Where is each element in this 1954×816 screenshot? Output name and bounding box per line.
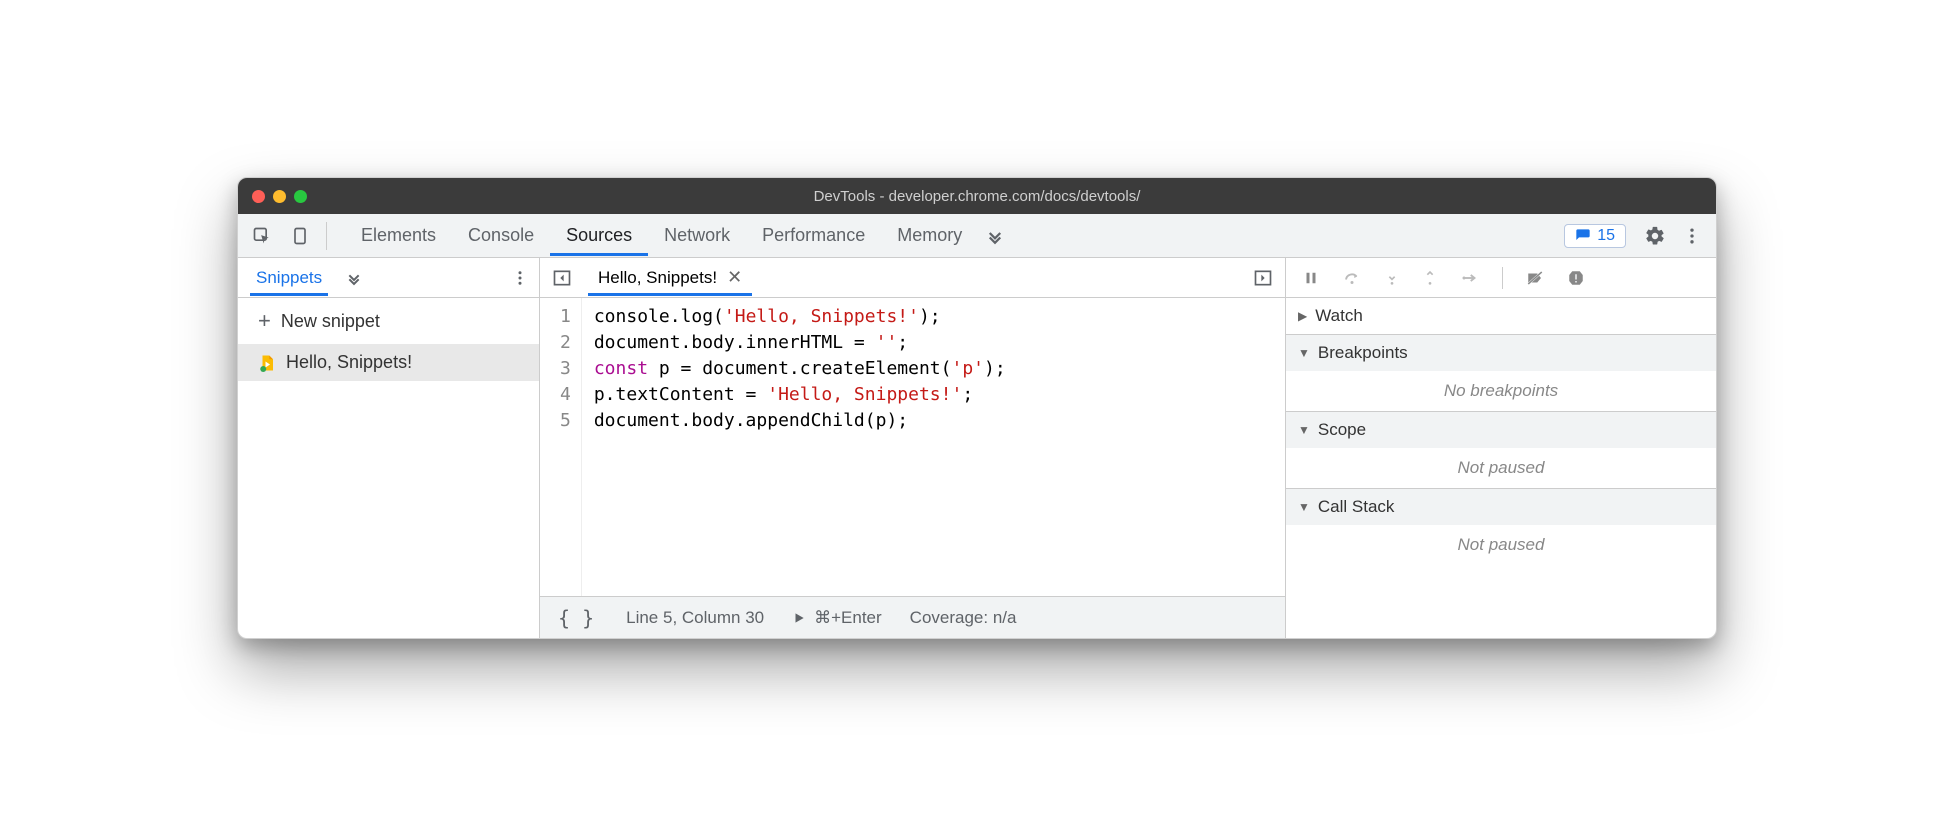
expand-triangle-icon: ▼ [1298, 500, 1310, 514]
kebab-menu-icon[interactable] [1678, 222, 1706, 250]
breakpoints-label: Breakpoints [1318, 343, 1408, 363]
issues-counter[interactable]: 15 [1564, 224, 1626, 248]
main-tab-sources[interactable]: Sources [550, 215, 648, 256]
more-tabs-button[interactable] [978, 227, 1012, 245]
step-into-icon[interactable] [1380, 265, 1404, 291]
traffic-lights [252, 190, 307, 203]
pretty-print-icon[interactable]: { } [554, 602, 598, 634]
main-tab-performance[interactable]: Performance [746, 215, 881, 256]
devtools-window: DevTools - developer.chrome.com/docs/dev… [237, 177, 1717, 639]
pause-icon[interactable] [1298, 265, 1324, 291]
main-tabstrip: ElementsConsoleSourcesNetworkPerformance… [238, 214, 1716, 258]
editor-pane: Hello, Snippets! ✕ 12345 console.log('He… [540, 258, 1286, 638]
sidebar-kebab-icon[interactable] [507, 265, 533, 291]
step-over-icon[interactable] [1338, 265, 1366, 291]
watch-header[interactable]: ▶ Watch [1286, 298, 1716, 334]
callstack-header[interactable]: ▼ Call Stack [1286, 489, 1716, 525]
main-tab-elements[interactable]: Elements [345, 215, 452, 256]
editor-tab[interactable]: Hello, Snippets! ✕ [588, 259, 752, 296]
settings-icon[interactable] [1640, 221, 1670, 251]
pause-on-exceptions-icon[interactable] [1563, 265, 1589, 291]
collapse-triangle-icon: ▶ [1298, 309, 1307, 323]
snippet-item[interactable]: Hello, Snippets! [238, 344, 539, 381]
new-snippet-button[interactable]: + New snippet [238, 298, 539, 344]
snippet-item-label: Hello, Snippets! [286, 352, 412, 373]
deactivate-breakpoints-icon[interactable] [1521, 265, 1549, 291]
code-editor[interactable]: 12345 console.log('Hello, Snippets!');do… [540, 298, 1285, 596]
code-content[interactable]: console.log('Hello, Snippets!');document… [582, 298, 1018, 596]
debugger-panel: ▶ Watch ▼ Breakpoints No breakpoints ▼ S… [1286, 258, 1716, 638]
scope-label: Scope [1318, 420, 1366, 440]
expand-triangle-icon: ▼ [1298, 346, 1310, 360]
device-toggle-icon[interactable] [286, 222, 314, 250]
callstack-label: Call Stack [1318, 497, 1395, 517]
watch-label: Watch [1315, 306, 1363, 326]
editor-tab-title: Hello, Snippets! [598, 268, 717, 288]
minimize-window-button[interactable] [273, 190, 286, 203]
window-title: DevTools - developer.chrome.com/docs/dev… [238, 188, 1716, 205]
sidebar-more-tabs-button[interactable] [338, 270, 370, 286]
cursor-position: Line 5, Column 30 [626, 608, 764, 628]
watch-section: ▶ Watch [1286, 298, 1716, 335]
step-icon[interactable] [1456, 265, 1484, 291]
run-snippet-button[interactable]: ⌘+Enter [792, 608, 882, 628]
run-shortcut-label: ⌘+Enter [814, 608, 882, 628]
main-tab-memory[interactable]: Memory [881, 215, 978, 256]
close-window-button[interactable] [252, 190, 265, 203]
snippet-file-icon [258, 353, 276, 373]
scope-header[interactable]: ▼ Scope [1286, 412, 1716, 448]
scope-section: ▼ Scope Not paused [1286, 412, 1716, 489]
navigator-toggle-left-icon[interactable] [548, 264, 576, 292]
maximize-window-button[interactable] [294, 190, 307, 203]
callstack-section: ▼ Call Stack Not paused [1286, 489, 1716, 565]
plus-icon: + [258, 308, 271, 334]
issues-icon [1575, 228, 1591, 244]
scope-empty: Not paused [1286, 448, 1716, 488]
debugger-toolbar [1286, 258, 1716, 298]
window-titlebar: DevTools - developer.chrome.com/docs/dev… [238, 178, 1716, 214]
sidebar-tab-snippets[interactable]: Snippets [250, 260, 328, 296]
navigator-toggle-right-icon[interactable] [1249, 264, 1277, 292]
issues-count: 15 [1597, 227, 1615, 245]
inspect-element-icon[interactable] [248, 222, 276, 250]
breakpoints-header[interactable]: ▼ Breakpoints [1286, 335, 1716, 371]
main-tab-network[interactable]: Network [648, 215, 746, 256]
expand-triangle-icon: ▼ [1298, 423, 1310, 437]
line-gutter: 12345 [540, 298, 582, 596]
breakpoints-section: ▼ Breakpoints No breakpoints [1286, 335, 1716, 412]
new-snippet-label: New snippet [281, 311, 380, 332]
editor-status-bar: { } Line 5, Column 30 ⌘+Enter Coverage: … [540, 596, 1285, 638]
breakpoints-empty: No breakpoints [1286, 371, 1716, 411]
coverage-label: Coverage: n/a [910, 608, 1017, 628]
close-tab-icon[interactable]: ✕ [727, 267, 742, 288]
navigator-sidebar: Snippets + New snippet Hell [238, 258, 540, 638]
step-out-icon[interactable] [1418, 265, 1442, 291]
play-icon [792, 611, 806, 625]
callstack-empty: Not paused [1286, 525, 1716, 565]
main-tab-console[interactable]: Console [452, 215, 550, 256]
